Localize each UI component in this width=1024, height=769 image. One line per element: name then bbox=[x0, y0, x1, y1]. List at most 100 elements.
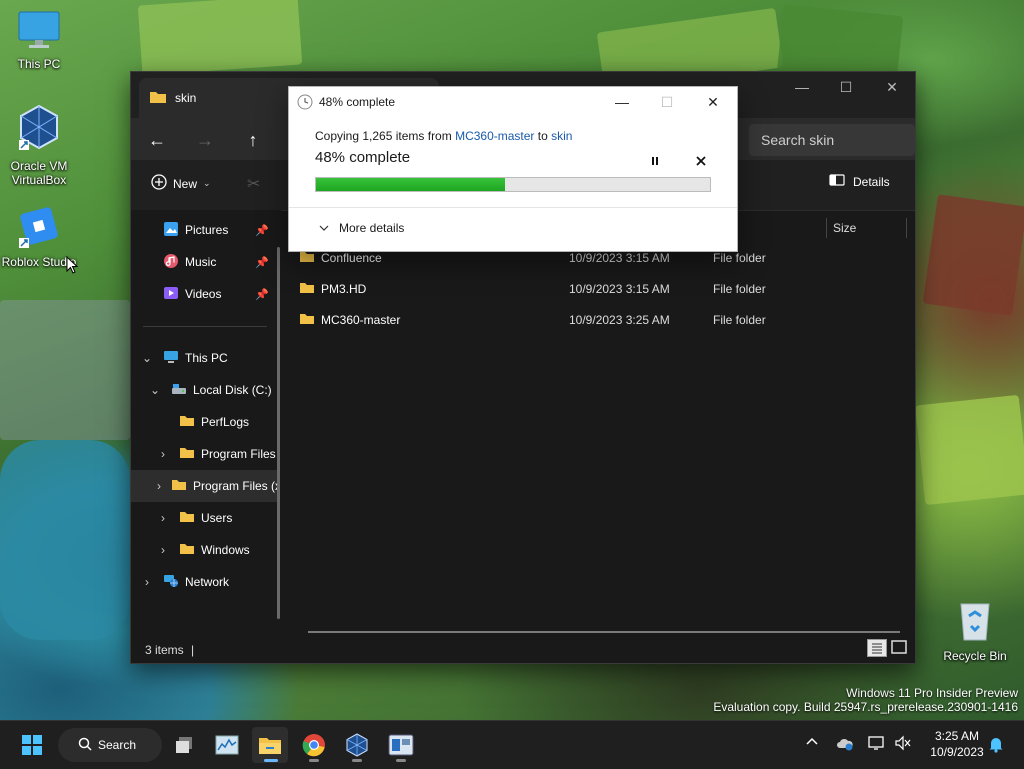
file-list: Size Confluence 10/9/2023 3:15 AM File f… bbox=[289, 210, 915, 627]
watermark-line-2: Evaluation copy. Build 25947.rs_prerelea… bbox=[713, 700, 1018, 714]
nav-item-label: Videos bbox=[185, 287, 222, 301]
navigation-pane: Pictures 📌 Music 📌 Videos 📌 ⌄ This PC ⌄ … bbox=[131, 210, 281, 627]
file-name: Confluence bbox=[321, 251, 382, 265]
chevron-down-icon[interactable]: ⌄ bbox=[149, 383, 161, 397]
videos-icon bbox=[163, 285, 179, 304]
notification-bell-icon[interactable] bbox=[988, 735, 1004, 756]
network-monitor-icon[interactable] bbox=[868, 735, 886, 754]
column-separator bbox=[826, 218, 827, 238]
chevron-down-icon bbox=[319, 221, 329, 235]
running-indicator bbox=[396, 759, 406, 762]
nav-item-program-files[interactable]: › Program Files bbox=[157, 438, 277, 470]
progress-bar-fill bbox=[316, 178, 506, 191]
roblox-studio-icon bbox=[0, 204, 78, 251]
taskbar-app-chrome[interactable] bbox=[296, 727, 332, 763]
file-type: File folder bbox=[713, 282, 766, 296]
desktop-icon-virtualbox[interactable]: Oracle VM VirtualBox bbox=[0, 104, 78, 187]
music-icon bbox=[163, 253, 179, 272]
taskbar-app-monitor[interactable] bbox=[209, 727, 245, 763]
plus-circle-icon bbox=[151, 174, 167, 193]
virtualbox-icon bbox=[0, 104, 78, 155]
file-explorer-icon bbox=[259, 738, 281, 754]
start-button[interactable] bbox=[14, 727, 50, 763]
desktop-icon-label: Recycle Bin bbox=[943, 649, 1007, 663]
desktop-icon-label: This PC bbox=[17, 57, 61, 71]
source-folder-link[interactable]: MC360-master bbox=[455, 129, 534, 143]
search-input[interactable]: Search skin bbox=[749, 124, 915, 156]
windows-logo-icon bbox=[22, 735, 42, 755]
nav-item-label: Program Files (x86) bbox=[193, 479, 277, 493]
tiles-view-icon[interactable] bbox=[890, 639, 908, 657]
chevron-right-icon[interactable]: › bbox=[157, 447, 169, 461]
horizontal-scrollbar[interactable] bbox=[308, 631, 900, 633]
details-button[interactable]: Details bbox=[829, 174, 890, 189]
minimize-button[interactable]: — bbox=[779, 72, 825, 102]
chevron-right-icon[interactable]: › bbox=[157, 479, 161, 493]
copy-progress-dialog: 48% complete — ☐ ✕ Copying 1,265 items f… bbox=[288, 86, 738, 252]
taskbar-app-virtualbox[interactable] bbox=[339, 727, 375, 763]
chevron-up-icon[interactable] bbox=[806, 735, 818, 749]
running-indicator bbox=[352, 759, 362, 762]
folder-icon bbox=[179, 542, 195, 558]
taskbar-app-settings-tool[interactable] bbox=[383, 727, 419, 763]
minimize-button[interactable]: — bbox=[599, 87, 645, 117]
pin-icon: 📌 bbox=[255, 289, 269, 301]
network-icon bbox=[163, 574, 179, 591]
nav-item-label: Pictures bbox=[185, 223, 229, 237]
nav-item-local-disk[interactable]: ⌄ Local Disk (C:) bbox=[149, 374, 279, 406]
chevron-down-icon[interactable]: ⌄ bbox=[141, 351, 153, 365]
task-view-button[interactable] bbox=[166, 727, 202, 763]
column-header-size[interactable]: Size bbox=[833, 216, 856, 240]
watermark-line-1: Windows 11 Pro Insider Preview bbox=[846, 686, 1018, 700]
file-type: File folder bbox=[713, 251, 766, 265]
details-view-icon[interactable] bbox=[867, 639, 887, 657]
nav-item-label: Users bbox=[201, 511, 233, 525]
up-button[interactable]: ↑ bbox=[237, 126, 269, 154]
folder-icon bbox=[179, 446, 195, 462]
new-button[interactable]: New ⌄ bbox=[151, 174, 211, 193]
maximize-button[interactable]: ☐ bbox=[823, 72, 869, 102]
pause-button[interactable] bbox=[643, 151, 667, 171]
maximize-button[interactable]: ☐ bbox=[644, 87, 690, 117]
volume-muted-icon[interactable] bbox=[894, 735, 912, 754]
nav-item-program-files-x86[interactable]: › Program Files (x86) bbox=[131, 470, 277, 502]
close-button[interactable]: ✕ bbox=[869, 72, 915, 102]
taskbar-app-file-explorer[interactable] bbox=[252, 727, 288, 763]
taskbar-search[interactable]: Search bbox=[58, 728, 162, 762]
desktop-icon-label: Oracle VM VirtualBox bbox=[10, 159, 68, 187]
more-details-label: More details bbox=[339, 221, 405, 235]
nav-item-network[interactable]: › Network bbox=[141, 566, 277, 598]
folder-icon bbox=[299, 312, 315, 328]
desktop-icon-this-pc[interactable]: This PC bbox=[0, 10, 78, 71]
navigation-pane-scrollbar[interactable] bbox=[277, 247, 280, 619]
forward-button[interactable]: → bbox=[189, 126, 221, 154]
file-type: File folder bbox=[713, 313, 766, 327]
nav-item-users[interactable]: › Users bbox=[157, 502, 277, 534]
nav-item-perflogs[interactable]: PerfLogs bbox=[179, 406, 279, 438]
running-indicator bbox=[309, 759, 319, 762]
chevron-right-icon[interactable]: › bbox=[157, 543, 169, 557]
close-button[interactable]: ✕ bbox=[690, 87, 736, 117]
destination-folder-link[interactable]: skin bbox=[551, 129, 572, 143]
nav-item-windows[interactable]: › Windows bbox=[157, 534, 277, 566]
file-row[interactable]: PM3.HD 10/9/2023 3:15 AM File folder bbox=[299, 275, 899, 303]
cancel-copy-button[interactable] bbox=[689, 151, 713, 171]
file-name: PM3.HD bbox=[321, 282, 367, 296]
chevron-right-icon[interactable]: › bbox=[157, 511, 169, 525]
file-row[interactable]: MC360-master 10/9/2023 3:25 AM File fold… bbox=[299, 306, 899, 334]
cut-icon[interactable]: ✂ bbox=[247, 174, 260, 194]
recycle-bin-icon bbox=[936, 598, 1014, 645]
chevron-down-icon: ⌄ bbox=[203, 178, 211, 188]
search-icon bbox=[78, 737, 92, 754]
more-details-toggle[interactable]: More details bbox=[319, 221, 404, 235]
pictures-icon bbox=[163, 221, 179, 240]
dialog-titlebar: 48% complete — ☐ ✕ bbox=[289, 87, 737, 117]
chevron-right-icon[interactable]: › bbox=[141, 575, 153, 589]
onedrive-icon[interactable] bbox=[836, 737, 854, 754]
back-button[interactable]: ← bbox=[141, 126, 173, 154]
desktop-icon-recycle-bin[interactable]: Recycle Bin bbox=[936, 598, 1014, 663]
system-clock[interactable]: 3:25 AM 10/9/2023 bbox=[920, 728, 994, 760]
nav-item-this-pc[interactable]: ⌄ This PC bbox=[141, 342, 277, 374]
new-button-label: New bbox=[173, 176, 198, 191]
monitor-icon bbox=[0, 10, 78, 53]
